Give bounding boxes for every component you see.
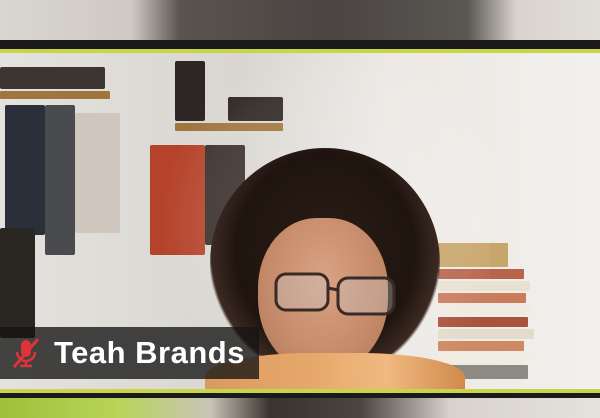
wall-shelf [0,91,110,99]
participant-name: Teah Brands [54,335,245,370]
mic-muted-icon [12,338,40,368]
active-speaker-tile[interactable]: Teah Brands [0,49,600,393]
participant-tile-bottom[interactable] [0,398,600,418]
glasses [274,272,396,316]
participant-tile-top[interactable] [0,0,600,40]
participant-name-label: Teah Brands [0,327,259,379]
